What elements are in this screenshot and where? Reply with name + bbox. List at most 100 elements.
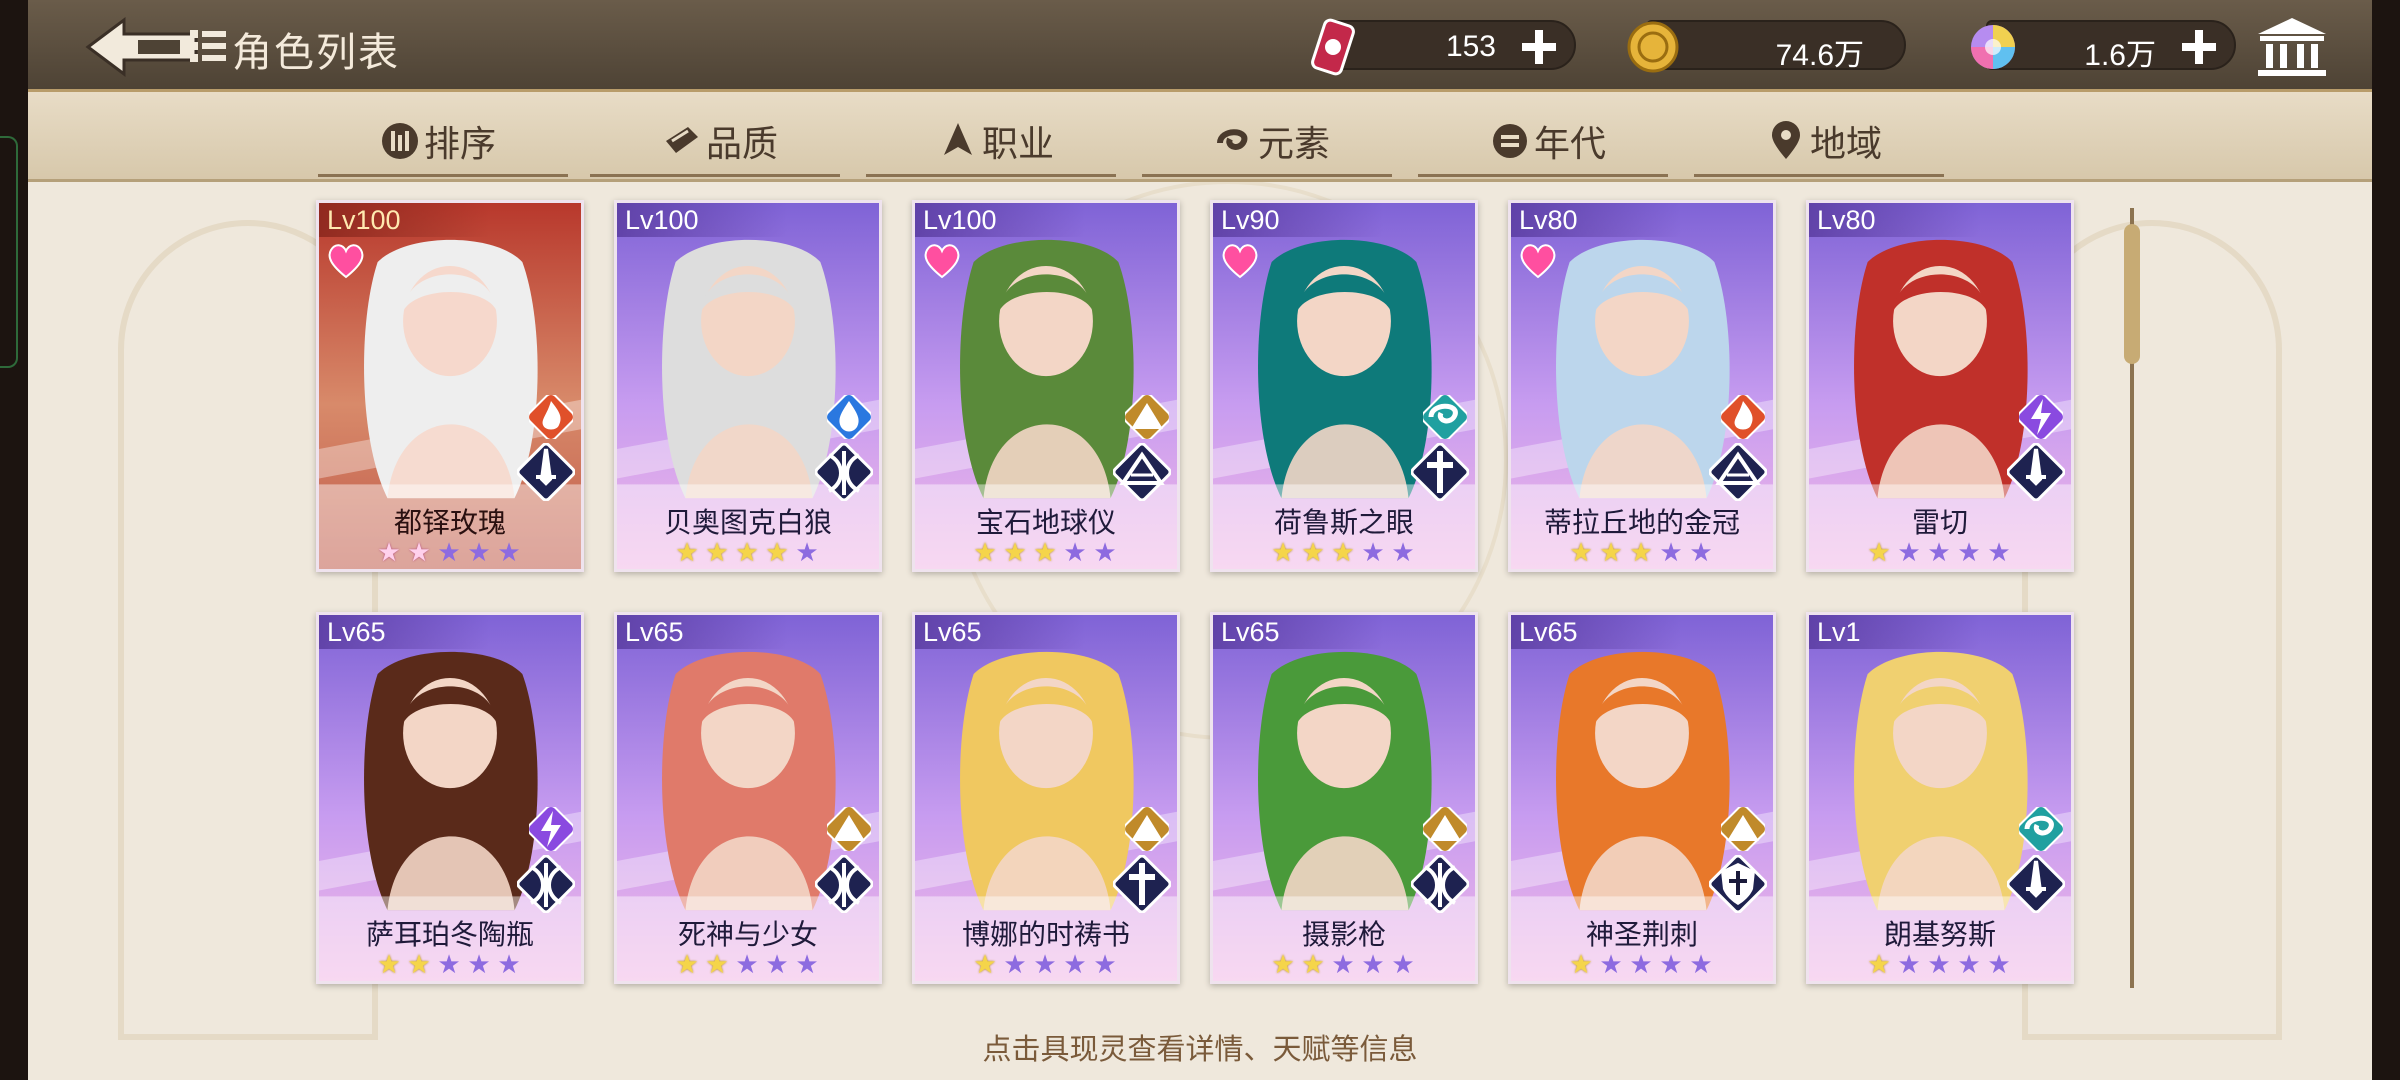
star-filled-icon: ★	[1629, 537, 1655, 567]
star-filled-icon: ★	[973, 949, 999, 979]
character-card[interactable]: Lv65 死神与少女 ★ ★ ★ ★ ★	[614, 612, 882, 984]
heart-icon	[1520, 244, 1556, 279]
star-empty-icon: ★	[467, 537, 493, 567]
character-name: 神圣荆刺	[1585, 919, 1698, 950]
museum-icon	[2258, 18, 2326, 76]
star-empty-icon: ★	[1599, 949, 1625, 979]
star-filled-icon: ★	[675, 537, 701, 567]
character-name: 宝石地球仪	[975, 507, 1116, 538]
tab-era[interactable]: 年代	[1490, 116, 1606, 166]
star-empty-icon: ★	[1659, 537, 1685, 567]
star-filled-icon: ★	[1301, 537, 1327, 567]
star-filled-icon: ★	[407, 949, 433, 979]
add-gem-button[interactable]	[2178, 26, 2220, 68]
tab-class[interactable]: 职业	[938, 116, 1054, 166]
element-icon	[1217, 129, 1248, 150]
star-empty-icon: ★	[1361, 537, 1387, 567]
cross-class-icon	[1113, 855, 1171, 913]
star-empty-icon: ★	[1003, 949, 1029, 979]
character-name: 都铎玫瑰	[393, 507, 506, 538]
character-card[interactable]: Lv80 蒂拉丘地的金冠 ★ ★ ★ ★ ★	[1508, 200, 1776, 572]
star-empty-icon: ★	[1063, 949, 1089, 979]
star-empty-icon: ★	[765, 949, 791, 979]
level-label: Lv65	[915, 615, 1085, 649]
star-empty-icon: ★	[497, 949, 523, 979]
star-rating: ★ ★ ★ ★ ★	[1213, 537, 1475, 568]
star-filled-icon: ★	[735, 537, 761, 567]
scroll-thumb[interactable]	[2124, 224, 2140, 364]
scrollbar[interactable]	[2112, 188, 2152, 1008]
star-filled-icon: ★	[377, 537, 403, 567]
water-element-icon	[827, 395, 871, 439]
star-filled-icon: ★	[1569, 537, 1595, 567]
star-empty-icon: ★	[1659, 949, 1685, 979]
region-icon	[1772, 121, 1800, 159]
tab-divider	[1418, 174, 1668, 177]
tab-element[interactable]: 元素	[1214, 116, 1330, 166]
earth-element-icon	[1125, 395, 1169, 439]
tab-sort[interactable]: 排序	[380, 116, 496, 166]
sword-class-icon	[2007, 443, 2065, 501]
star-empty-icon: ★	[1033, 949, 1059, 979]
character-card[interactable]: Lv65 博娜的时祷书 ★ ★ ★ ★ ★	[912, 612, 1180, 984]
star-empty-icon: ★	[1689, 537, 1715, 567]
museum-button[interactable]	[2252, 14, 2332, 80]
wind-element-icon	[2019, 807, 2063, 851]
tab-era-label: 年代	[1534, 123, 1607, 164]
star-empty-icon: ★	[1689, 949, 1715, 979]
star-rating: ★ ★ ★ ★ ★	[319, 537, 581, 568]
star-empty-icon: ★	[1957, 949, 1983, 979]
add-ticket-button[interactable]	[1518, 26, 1560, 68]
star-rating: ★ ★ ★ ★ ★	[1511, 949, 1773, 980]
list-icon	[190, 26, 226, 66]
top-bar: 角色列表 153 74.6万 1.6万	[28, 0, 2372, 92]
hint-text: 点击具现灵查看详情、天赋等信息	[982, 1034, 1418, 1066]
sword-class-icon	[517, 443, 575, 501]
star-filled-icon: ★	[675, 949, 701, 979]
character-card[interactable]: Lv100 宝石地球仪 ★ ★ ★ ★ ★	[912, 200, 1180, 572]
back-button[interactable]	[84, 14, 204, 80]
star-filled-icon: ★	[1271, 949, 1297, 979]
heart-icon	[328, 244, 364, 279]
tab-region[interactable]: 地域	[1766, 116, 1882, 166]
filter-tab-bar: 排序 品质 职业 元素 年代 地域	[28, 92, 2372, 182]
wind-element-icon	[1423, 395, 1467, 439]
ticket-icon	[1311, 18, 1355, 76]
main-frame: 角色列表 153 74.6万 1.6万 排序 品质 职业 元素 年代 地域 Lv…	[28, 0, 2372, 1080]
character-card[interactable]: Lv65 萨耳珀冬陶瓶 ★ ★ ★ ★ ★	[316, 612, 584, 984]
rainbow-gem-icon	[1971, 25, 2015, 69]
class-icon	[944, 123, 972, 155]
star-empty-icon: ★	[795, 949, 821, 979]
character-card[interactable]: Lv1 朗基努斯 ★ ★ ★ ★ ★	[1806, 612, 2074, 984]
tab-sort-label: 排序	[424, 123, 497, 164]
tab-divider	[1694, 174, 1944, 177]
character-card[interactable]: Lv100 贝奥图克白狼 ★ ★ ★ ★ ★	[614, 200, 882, 572]
character-card[interactable]: Lv100 都铎玫瑰 ★ ★ ★ ★ ★	[316, 200, 584, 572]
gold-coin-icon	[1627, 21, 1679, 73]
side-edge-tab[interactable]	[0, 136, 18, 368]
book-class-icon	[1113, 443, 1171, 501]
level-label: Lv65	[319, 615, 489, 649]
character-card[interactable]: Lv80 雷切 ★ ★ ★ ★ ★	[1806, 200, 2074, 572]
shield-class-icon	[1709, 855, 1767, 913]
era-icon	[1493, 124, 1527, 158]
character-name: 蒂拉丘地的金冠	[1543, 507, 1740, 538]
currency-gem: 1.6万	[1971, 20, 2236, 72]
character-name: 死神与少女	[677, 919, 818, 950]
star-empty-icon: ★	[1361, 949, 1387, 979]
heart-icon	[1222, 244, 1258, 279]
quality-icon	[666, 127, 698, 153]
bow-class-icon	[815, 443, 873, 501]
star-rating: ★ ★ ★ ★ ★	[1809, 537, 2071, 568]
star-empty-icon: ★	[1093, 537, 1119, 567]
character-card[interactable]: Lv65 摄影枪 ★ ★ ★ ★ ★	[1210, 612, 1478, 984]
character-card[interactable]: Lv65 神圣荆刺 ★ ★ ★ ★ ★	[1508, 612, 1776, 984]
star-empty-icon: ★	[1957, 537, 1983, 567]
level-label: Lv100	[915, 203, 1085, 237]
character-card[interactable]: Lv90 荷鲁斯之眼 ★ ★ ★ ★ ★	[1210, 200, 1478, 572]
character-name: 贝奥图克白狼	[663, 507, 832, 538]
tab-quality[interactable]: 品质	[662, 116, 778, 166]
star-filled-icon: ★	[973, 537, 999, 567]
sort-icon	[382, 123, 418, 159]
star-filled-icon: ★	[1867, 537, 1893, 567]
